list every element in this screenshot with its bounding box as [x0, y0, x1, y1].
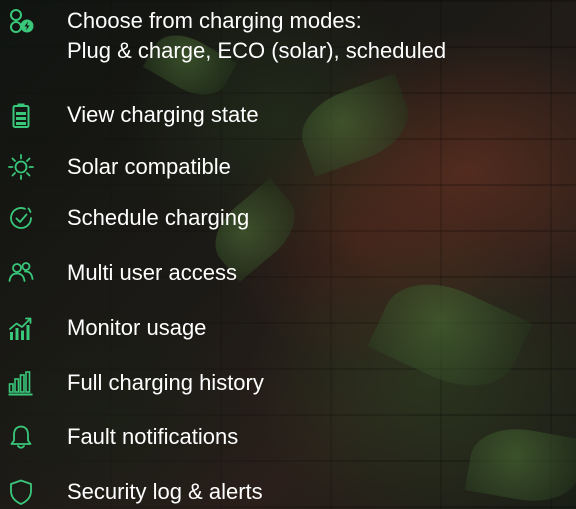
feature-label: Schedule charging — [67, 205, 250, 230]
chart-trend-icon — [8, 315, 34, 341]
feature-item-charging-modes: Choose from charging modes: Plug & charg… — [0, 8, 576, 70]
feature-label: Fault notifications — [67, 424, 239, 449]
feature-item-solar: Solar compatible — [0, 154, 576, 194]
shield-icon — [8, 479, 34, 505]
feature-item-fault: Fault notifications — [0, 424, 576, 464]
charging-modes-icon — [8, 8, 34, 34]
feature-item-history: Full charging history — [0, 370, 576, 410]
bar-chart-icon — [8, 370, 34, 396]
feature-label: Choose from charging modes: — [67, 8, 362, 33]
feature-item-schedule: Schedule charging — [0, 205, 576, 245]
feature-label: Security log & alerts — [67, 479, 263, 504]
clock-check-icon — [8, 205, 34, 231]
feature-label: Multi user access — [67, 260, 237, 285]
background-photo: Choose from charging modes: Plug & charg… — [0, 0, 576, 509]
feature-item-multi-user: Multi user access — [0, 260, 576, 300]
feature-item-monitor: Monitor usage — [0, 315, 576, 355]
feature-sublabel: Plug & charge, ECO (solar), scheduled — [67, 38, 447, 63]
feature-label: Solar compatible — [67, 154, 231, 179]
feature-label: Full charging history — [67, 370, 264, 395]
feature-item-security: Security log & alerts — [0, 479, 576, 509]
feature-label: Monitor usage — [67, 315, 207, 340]
feature-item-charging-state: View charging state — [0, 102, 576, 142]
battery-icon — [8, 102, 34, 128]
users-icon — [8, 260, 34, 286]
bell-icon — [8, 424, 34, 450]
feature-label: View charging state — [67, 102, 259, 127]
sun-icon — [8, 154, 34, 180]
